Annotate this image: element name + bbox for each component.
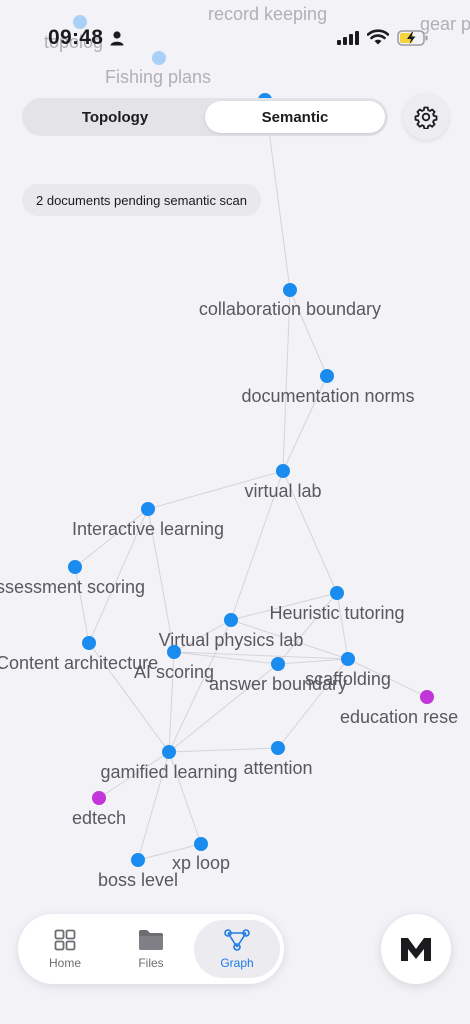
graph-node-dot[interactable]: [82, 636, 96, 650]
graph-node-dot[interactable]: [68, 560, 82, 574]
tab-semantic-label: Semantic: [261, 108, 329, 126]
graph-edge: [277, 658, 349, 665]
graph-node-heuristic-tutoring[interactable]: Heuristic tutoring: [269, 586, 405, 623]
graph-icon: [224, 929, 250, 951]
status-time: 09:48: [48, 26, 104, 49]
tab-home-label: Home: [48, 956, 81, 970]
wifi-icon: [367, 29, 389, 45]
grid-icon: [54, 929, 76, 951]
tab-graph[interactable]: Graph: [194, 920, 280, 978]
graph-node-dot[interactable]: [271, 657, 285, 671]
graph-node-label: ssessment scoring: [0, 577, 145, 597]
view-mode-toggle: Topology Semantic: [22, 98, 388, 136]
graph-node-dot[interactable]: [341, 652, 355, 666]
folder-icon: [139, 930, 163, 950]
graph-node-xp-loop[interactable]: xp loop: [172, 837, 230, 873]
graph-node-dot[interactable]: [330, 586, 344, 600]
tab-files[interactable]: Files: [108, 920, 194, 978]
pending-scan-banner: 2 documents pending semantic scan: [22, 184, 262, 216]
graph-node-dot[interactable]: [162, 745, 176, 759]
graph-node-label: collaboration boundary: [199, 299, 381, 319]
bottom-tab-bar: Home Files Graph: [18, 914, 284, 984]
graph-node-virtual-lab[interactable]: virtual lab: [244, 464, 322, 501]
m-logo-icon: [401, 938, 431, 961]
graph-node-interactive-learning[interactable]: Interactive learning: [72, 502, 224, 539]
graph-node-ai-scoring[interactable]: AI scoring: [134, 645, 214, 682]
graph-node-dot[interactable]: [194, 837, 208, 851]
graph-node-boss-level[interactable]: boss level: [98, 853, 178, 890]
cellular-signal-icon: [337, 31, 359, 45]
battery-charging-icon: [397, 30, 428, 46]
graph-node-label: scaffolding: [305, 669, 391, 689]
graph-node-dot[interactable]: [141, 502, 155, 516]
graph-node-label: Heuristic tutoring: [269, 603, 404, 623]
graph-node-dot[interactable]: [224, 613, 238, 627]
faded-graph-label: Fishing plans: [105, 67, 211, 87]
knowledge-graph[interactable]: Fishing plansrecord keeping gear ptopolog…: [0, 0, 470, 1024]
graph-node-label: AI scoring: [134, 662, 214, 682]
graph-node-collaboration-boundary[interactable]: collaboration boundary: [199, 283, 381, 319]
status-bar: 09:48: [0, 0, 470, 70]
graph-node-label: edtech: [72, 808, 126, 828]
tab-topology[interactable]: Topology: [25, 101, 205, 133]
graph-node-label: boss level: [98, 870, 178, 890]
graph-node-dot[interactable]: [167, 645, 181, 659]
person-icon: [110, 31, 124, 46]
graph-node-education-research[interactable]: education rese: [340, 690, 458, 727]
graph-node-dot[interactable]: [131, 853, 145, 867]
graph-nodes[interactable]: collaboration boundary documentation norm…: [0, 283, 458, 890]
graph-node-label: virtual lab: [244, 481, 321, 501]
graph-edge: [168, 747, 279, 753]
pending-scan-text: 2 documents pending semantic scan: [36, 192, 248, 208]
graph-node-edtech[interactable]: edtech: [72, 791, 126, 828]
graph-node-dot[interactable]: [320, 369, 334, 383]
graph-node-dot[interactable]: [420, 690, 434, 704]
graph-node-label: education rese: [340, 707, 458, 727]
graph-node-dot[interactable]: [283, 283, 297, 297]
tab-files-label: Files: [138, 956, 164, 970]
tab-semantic[interactable]: Semantic: [205, 101, 385, 133]
graph-node-documentation-norms[interactable]: documentation norms: [241, 369, 415, 406]
graph-node-attention[interactable]: attention: [243, 741, 313, 778]
gear-icon: [414, 106, 438, 129]
app-logo-button[interactable]: [381, 914, 451, 984]
tab-home[interactable]: Home: [22, 920, 108, 978]
settings-button[interactable]: [403, 94, 449, 140]
graph-node-label: attention: [243, 758, 312, 778]
graph-node-dot[interactable]: [271, 741, 285, 755]
graph-node-label: Virtual physics lab: [159, 630, 304, 650]
graph-node-label: xp loop: [172, 853, 230, 873]
graph-node-label: documentation norms: [241, 386, 414, 406]
tab-graph-label: Graph: [220, 956, 254, 970]
graph-node-dot[interactable]: [276, 464, 290, 478]
graph-node-label: gamified learning: [100, 762, 237, 782]
graph-node-label: Interactive learning: [72, 519, 224, 539]
graph-node-dot[interactable]: [92, 791, 106, 805]
tab-topology-label: Topology: [81, 108, 149, 126]
